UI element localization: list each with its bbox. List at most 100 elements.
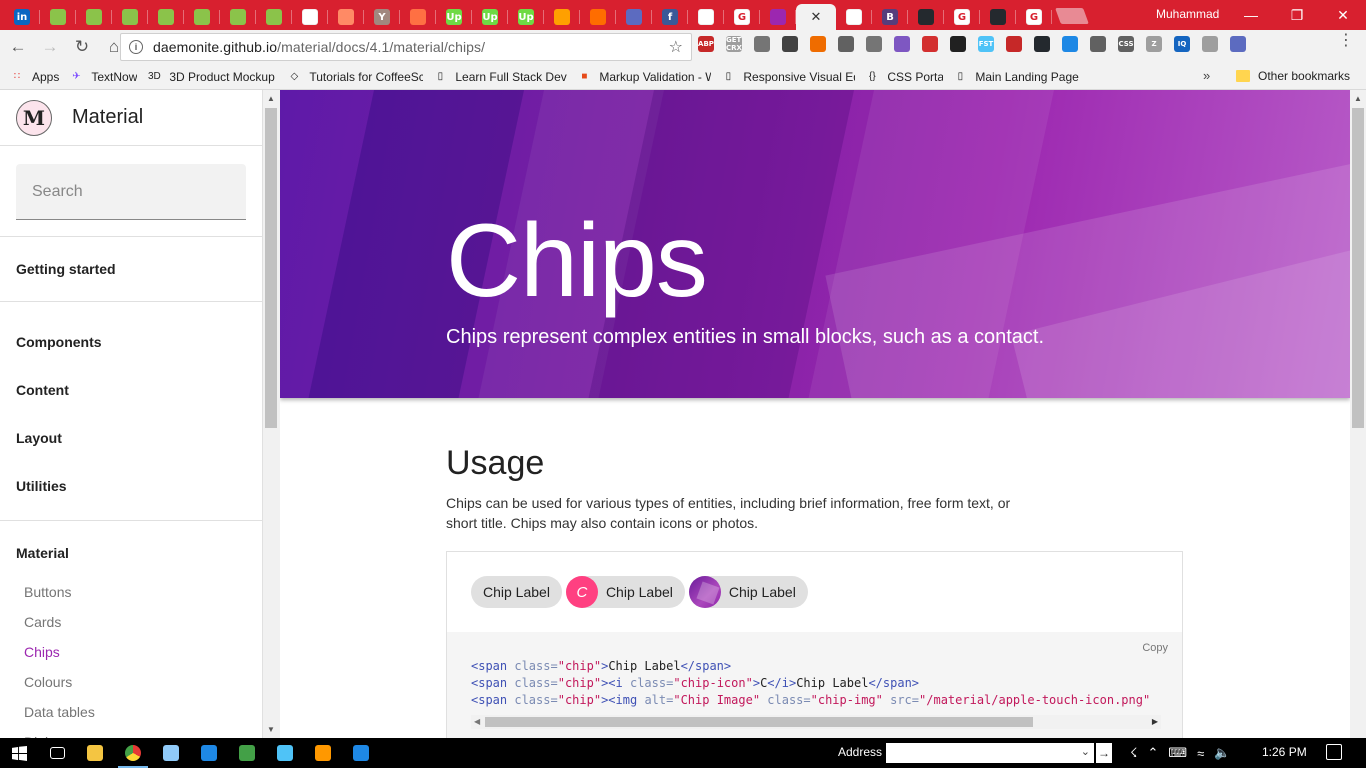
compass-icon[interactable] bbox=[782, 36, 798, 52]
address-go-icon[interactable]: → bbox=[1096, 743, 1112, 763]
profile-name[interactable]: Muhammad bbox=[1156, 7, 1219, 21]
cloud-icon[interactable] bbox=[1202, 36, 1218, 52]
browser-tab[interactable] bbox=[76, 4, 112, 30]
copy-button[interactable]: Copy bbox=[1142, 642, 1168, 654]
iq-icon[interactable]: IQ bbox=[1174, 36, 1190, 52]
clock[interactable]: 1:26 PM bbox=[1262, 745, 1307, 759]
browser-tab[interactable] bbox=[148, 4, 184, 30]
globe-app-icon[interactable] bbox=[228, 738, 266, 768]
chrome-icon[interactable] bbox=[114, 738, 152, 768]
search-input[interactable] bbox=[16, 164, 246, 220]
forward-icon[interactable]: → bbox=[36, 33, 64, 61]
site-info-icon[interactable]: i bbox=[129, 40, 143, 54]
keyboard-icon[interactable]: ⌨ bbox=[1168, 745, 1187, 761]
bug-icon[interactable] bbox=[866, 36, 882, 52]
browser-tab[interactable]: G bbox=[1016, 4, 1052, 30]
bookmarks-overflow-icon[interactable]: » bbox=[1203, 68, 1210, 83]
bookmark-item[interactable]: ✈ TextNow bbox=[69, 70, 137, 84]
browser-tab[interactable]: G bbox=[724, 4, 760, 30]
people-icon[interactable]: ☇ bbox=[1130, 745, 1137, 761]
css-icon[interactable]: CSS bbox=[1118, 36, 1134, 52]
sidebar-item-colours[interactable]: Colours bbox=[0, 667, 262, 697]
browser-tab[interactable]: f bbox=[652, 4, 688, 30]
chip[interactable]: C Chip Label bbox=[565, 576, 685, 608]
mask-icon[interactable] bbox=[950, 36, 966, 52]
browser-tab[interactable]: Up bbox=[472, 4, 508, 30]
scroll-right-icon[interactable]: ▶ bbox=[1152, 717, 1158, 726]
browser-tab[interactable]: ✕ bbox=[796, 4, 836, 30]
material-logo[interactable]: M bbox=[16, 99, 52, 136]
browser-tab[interactable]: Up bbox=[436, 4, 472, 30]
browser-tab[interactable]: G bbox=[944, 4, 980, 30]
scroll-down-icon[interactable]: ▼ bbox=[267, 725, 275, 734]
github-icon[interactable] bbox=[1034, 36, 1050, 52]
blue-app-icon[interactable] bbox=[190, 738, 228, 768]
notepad-icon[interactable] bbox=[152, 738, 190, 768]
code-horizontal-scrollbar[interactable]: ◀ ▶ bbox=[471, 715, 1161, 729]
browser-tab[interactable] bbox=[544, 4, 580, 30]
sidebar-item-cards[interactable]: Cards bbox=[0, 607, 262, 637]
address-bar[interactable]: i daemonite.github.io/material/docs/4.1/… bbox=[120, 33, 692, 61]
bookmark-item[interactable]: ▯ Learn Full Stack Deve bbox=[433, 70, 568, 84]
sublime-icon[interactable] bbox=[304, 738, 342, 768]
bookmark-item[interactable]: 3D 3D Product Mockup | bbox=[147, 70, 277, 84]
browser-tab[interactable] bbox=[980, 4, 1016, 30]
reload-icon[interactable]: ↻ bbox=[68, 33, 96, 61]
vscode-icon[interactable] bbox=[342, 738, 380, 768]
back-icon[interactable]: ← bbox=[4, 33, 32, 61]
browser-menu-icon[interactable]: ⋮ bbox=[1338, 33, 1354, 49]
scrollbar-thumb[interactable] bbox=[1352, 108, 1364, 428]
browser-tab[interactable]: B bbox=[872, 4, 908, 30]
browser-tab[interactable] bbox=[256, 4, 292, 30]
volume-icon[interactable]: 🔈 bbox=[1214, 745, 1230, 761]
chip[interactable]: Chip Label bbox=[688, 576, 808, 608]
browser-tab[interactable] bbox=[580, 4, 616, 30]
sync-icon[interactable] bbox=[1062, 36, 1078, 52]
nav-item-layout[interactable]: Layout bbox=[0, 414, 262, 462]
bookmark-item[interactable]: ◇ Tutorials for CoffeeSc bbox=[287, 70, 424, 84]
browser-tab[interactable] bbox=[184, 4, 220, 30]
browser-tab[interactable] bbox=[328, 4, 364, 30]
scrollbar-thumb[interactable] bbox=[265, 108, 277, 428]
bookmark-item[interactable]: ▯ Responsive Visual Edi bbox=[721, 70, 856, 84]
fst-icon[interactable]: FST bbox=[978, 36, 994, 52]
file-explorer-icon[interactable] bbox=[76, 738, 114, 768]
sidebar-item-chips[interactable]: Chips bbox=[0, 637, 262, 667]
browser-tab[interactable] bbox=[292, 4, 328, 30]
other-bookmarks[interactable]: Other bookmarks bbox=[1236, 69, 1350, 83]
chevron-down-icon[interactable]: ⌄ bbox=[1081, 745, 1090, 758]
gear-icon[interactable] bbox=[838, 36, 854, 52]
close-window-icon[interactable]: ✕ bbox=[1320, 0, 1366, 30]
browser-tab[interactable] bbox=[400, 4, 436, 30]
bookmark-item[interactable]: ▯ Main Landing Page bbox=[953, 70, 1079, 84]
url-text[interactable]: daemonite.github.io/material/docs/4.1/ma… bbox=[153, 39, 485, 55]
abp-icon[interactable]: ABP bbox=[698, 36, 714, 52]
sidebar-item-buttons[interactable]: Buttons bbox=[0, 577, 262, 607]
sidebar-item-data-tables[interactable]: Data tables bbox=[0, 697, 262, 727]
dots-grid-icon[interactable] bbox=[922, 36, 938, 52]
monitor-icon[interactable] bbox=[266, 738, 304, 768]
nav-item-utilities[interactable]: Utilities bbox=[0, 462, 262, 510]
z-icon[interactable]: Z bbox=[1146, 36, 1162, 52]
browser-tab[interactable]: Y bbox=[364, 4, 400, 30]
get-crx-icon[interactable]: GET CRX bbox=[726, 36, 742, 52]
new-tab-button[interactable] bbox=[1055, 8, 1089, 24]
scroll-left-icon[interactable]: ◀ bbox=[474, 717, 480, 726]
browser-tab[interactable] bbox=[616, 4, 652, 30]
brand-title[interactable]: Material bbox=[72, 106, 143, 129]
user-icon[interactable] bbox=[1230, 36, 1246, 52]
close-icon[interactable]: ✕ bbox=[811, 9, 822, 25]
browser-tab[interactable] bbox=[760, 4, 796, 30]
restore-icon[interactable]: ❐ bbox=[1274, 0, 1320, 30]
browser-tab[interactable] bbox=[836, 4, 872, 30]
task-view-icon[interactable] bbox=[38, 738, 76, 768]
sidebar-item-dialogs[interactable]: Dialogs bbox=[0, 727, 262, 738]
address-toolbar-input[interactable]: ⌄ bbox=[886, 743, 1094, 763]
code-scrollbar-thumb[interactable] bbox=[485, 717, 1033, 727]
nav-head-material[interactable]: Material bbox=[0, 537, 262, 569]
trash-icon[interactable] bbox=[754, 36, 770, 52]
page-scrollbar[interactable]: ▲ bbox=[1350, 90, 1366, 738]
browser-tab[interactable] bbox=[40, 4, 76, 30]
scroll-up-icon[interactable]: ▲ bbox=[1354, 94, 1362, 103]
start-button[interactable] bbox=[0, 738, 38, 768]
